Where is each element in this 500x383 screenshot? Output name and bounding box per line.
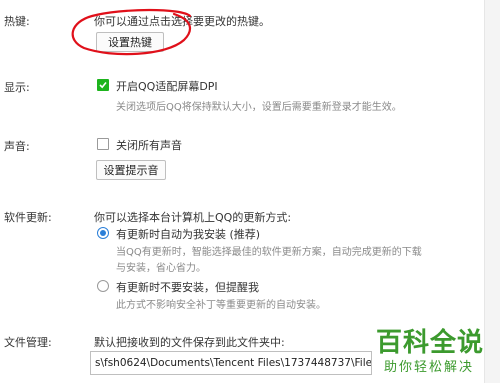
checkmark-icon	[99, 81, 107, 89]
auto-install-radio[interactable]	[97, 227, 109, 239]
annotation-circle	[71, 8, 192, 56]
dpi-checkbox[interactable]	[97, 79, 109, 91]
mute-all-label[interactable]: 关闭所有声音	[116, 137, 182, 153]
file-management-description: 默认把接收到的文件保存到此文件夹中:	[94, 336, 285, 349]
sound-label: 声音:	[4, 140, 30, 153]
hotkeys-label: 热键:	[4, 15, 30, 28]
update-label: 软件更新:	[4, 211, 52, 224]
file-management-label: 文件管理:	[4, 336, 52, 349]
dpi-checkbox-label[interactable]: 开启QQ适配屏幕DPI	[116, 78, 218, 94]
auto-install-hint-line1: 当QQ有更新时，智能选择最佳的软件更新方案，自动完成更新的下载	[116, 247, 422, 258]
watermark-subtitle: 助你轻松解决	[384, 360, 475, 375]
auto-install-hint-line2: 与安装，省心省力。	[116, 263, 206, 274]
watermark-title: 百科全说	[376, 328, 485, 358]
update-description: 你可以选择本台计算机上QQ的更新方式:	[94, 211, 292, 224]
display-label: 显示:	[4, 81, 30, 94]
save-path-input[interactable]: s\fsh0624\Documents\Tencent Files\173744…	[90, 351, 372, 375]
notify-only-hint: 此方式不影响安全补丁等重要更新的自动安装。	[116, 300, 326, 311]
auto-install-label[interactable]: 有更新时自动为我安装 (推荐)	[116, 226, 260, 242]
dpi-hint: 关闭选项后QQ将保持默认大小，设置后需要重新登录才能生效。	[116, 102, 402, 113]
notify-only-label[interactable]: 有更新时不要安装，但提醒我	[116, 279, 259, 295]
mute-all-checkbox[interactable]	[97, 138, 109, 150]
watermark: 百科全说 助你轻松解决	[370, 322, 498, 378]
set-notification-sound-button[interactable]: 设置提示音	[96, 160, 166, 180]
notify-only-radio[interactable]	[97, 280, 109, 292]
